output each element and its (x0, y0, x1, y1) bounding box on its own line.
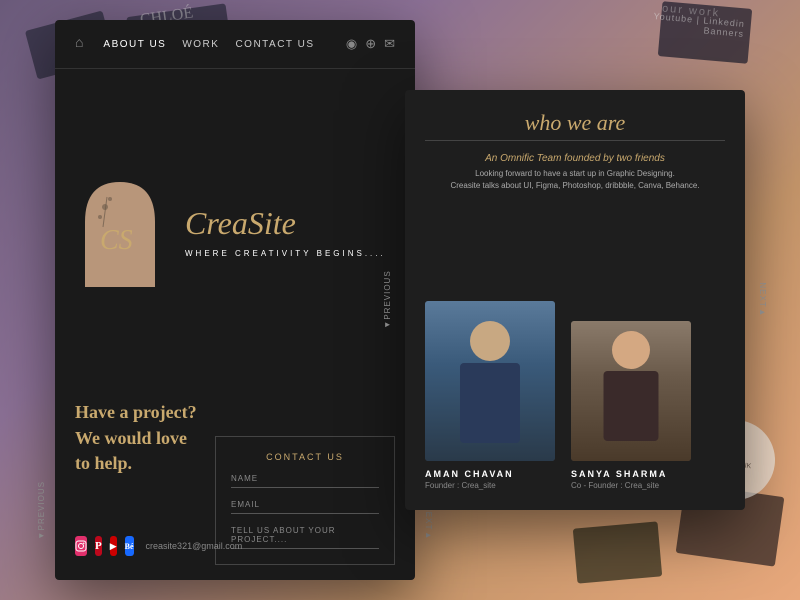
project-label: TELL US ABOUT YOUR PROJECT.... (231, 526, 379, 544)
member-1: AMAN CHAVAN Founder : Crea_site (425, 301, 555, 490)
divider (425, 140, 725, 141)
tagline: WHERE CREATIVITY BEGINS.... (185, 249, 395, 258)
left-panel: ⌂ ABOUT US WORK CONTACT US ◉ ⊕ ✉ (55, 20, 415, 580)
navigation: ⌂ ABOUT US WORK CONTACT US ◉ ⊕ ✉ (55, 20, 415, 69)
name-field[interactable]: NAME (231, 474, 379, 488)
member-2-role: Co - Founder : Crea_site (571, 481, 659, 490)
email-address: creasite321@gmail.com (146, 541, 243, 551)
nav-contact[interactable]: CONTACT US (235, 39, 314, 50)
logo-arch: CS (75, 177, 165, 287)
nav-about[interactable]: ABOUT US (103, 39, 166, 50)
instagram-nav-icon[interactable]: ◉ (346, 36, 357, 52)
instagram-icon[interactable] (75, 536, 87, 556)
name-label: NAME (231, 474, 379, 483)
member-1-photo (425, 301, 555, 461)
team-members: AMAN CHAVAN Founder : Crea_site SANYA SH… (425, 208, 725, 490)
brand-name: CreaSite (185, 206, 395, 241)
person-2-image (571, 321, 691, 461)
social-bottom: P ▶ Bé creasite321@gmail.com (75, 536, 215, 556)
youtube-icon[interactable]: ▶ (110, 536, 117, 556)
main-container: ⌂ ABOUT US WORK CONTACT US ◉ ⊕ ✉ (0, 0, 800, 600)
nav-social-icons: ◉ ⊕ ✉ (346, 36, 395, 52)
email-label: EMAIL (231, 500, 379, 509)
home-icon[interactable]: ⌂ (75, 36, 83, 52)
previous-label-right-panel[interactable]: ◄Previous (383, 270, 392, 329)
member-2-photo (571, 321, 691, 461)
omnific-description: Looking forward to have a start up in Gr… (425, 168, 725, 192)
person-1-image (425, 301, 555, 461)
about-panel: who we are An Omnific Team founded by tw… (405, 90, 745, 510)
member-1-name: AMAN CHAVAN (425, 469, 514, 479)
member-2: SANYA SHARMA Co - Founder : Crea_site (571, 321, 691, 490)
nav-work[interactable]: WORK (182, 39, 219, 50)
hero-text: CreaSite WHERE CREATIVITY BEGINS.... (185, 206, 395, 258)
hero-section: CS CreaSite WHERE CREATIVITY BEGINS.... (55, 69, 415, 385)
contact-form-title: CONTACT US (231, 452, 379, 462)
email-nav-icon[interactable]: ✉ (384, 36, 395, 52)
bottom-section: Have a project? We would love to help. C… (55, 385, 415, 580)
who-we-are-title: who we are (425, 110, 725, 136)
omnific-tagline: An Omnific Team founded by two friends (425, 153, 725, 164)
pinterest-nav-icon[interactable]: ⊕ (365, 36, 376, 52)
member-2-name: SANYA SHARMA (571, 469, 667, 479)
svg-text:CS: CS (100, 225, 133, 256)
behance-icon[interactable]: Bé (125, 536, 134, 556)
member-1-role: Founder : Crea_site (425, 481, 496, 490)
email-field[interactable]: EMAIL (231, 500, 379, 514)
pinterest-icon[interactable]: P (95, 536, 102, 556)
nav-links: ABOUT US WORK CONTACT US (103, 39, 325, 50)
next-label-right-panel[interactable]: Next► (758, 282, 767, 317)
previous-label-left[interactable]: ◄Previous (37, 481, 46, 540)
project-field[interactable]: TELL US ABOUT YOUR PROJECT.... (231, 526, 379, 549)
